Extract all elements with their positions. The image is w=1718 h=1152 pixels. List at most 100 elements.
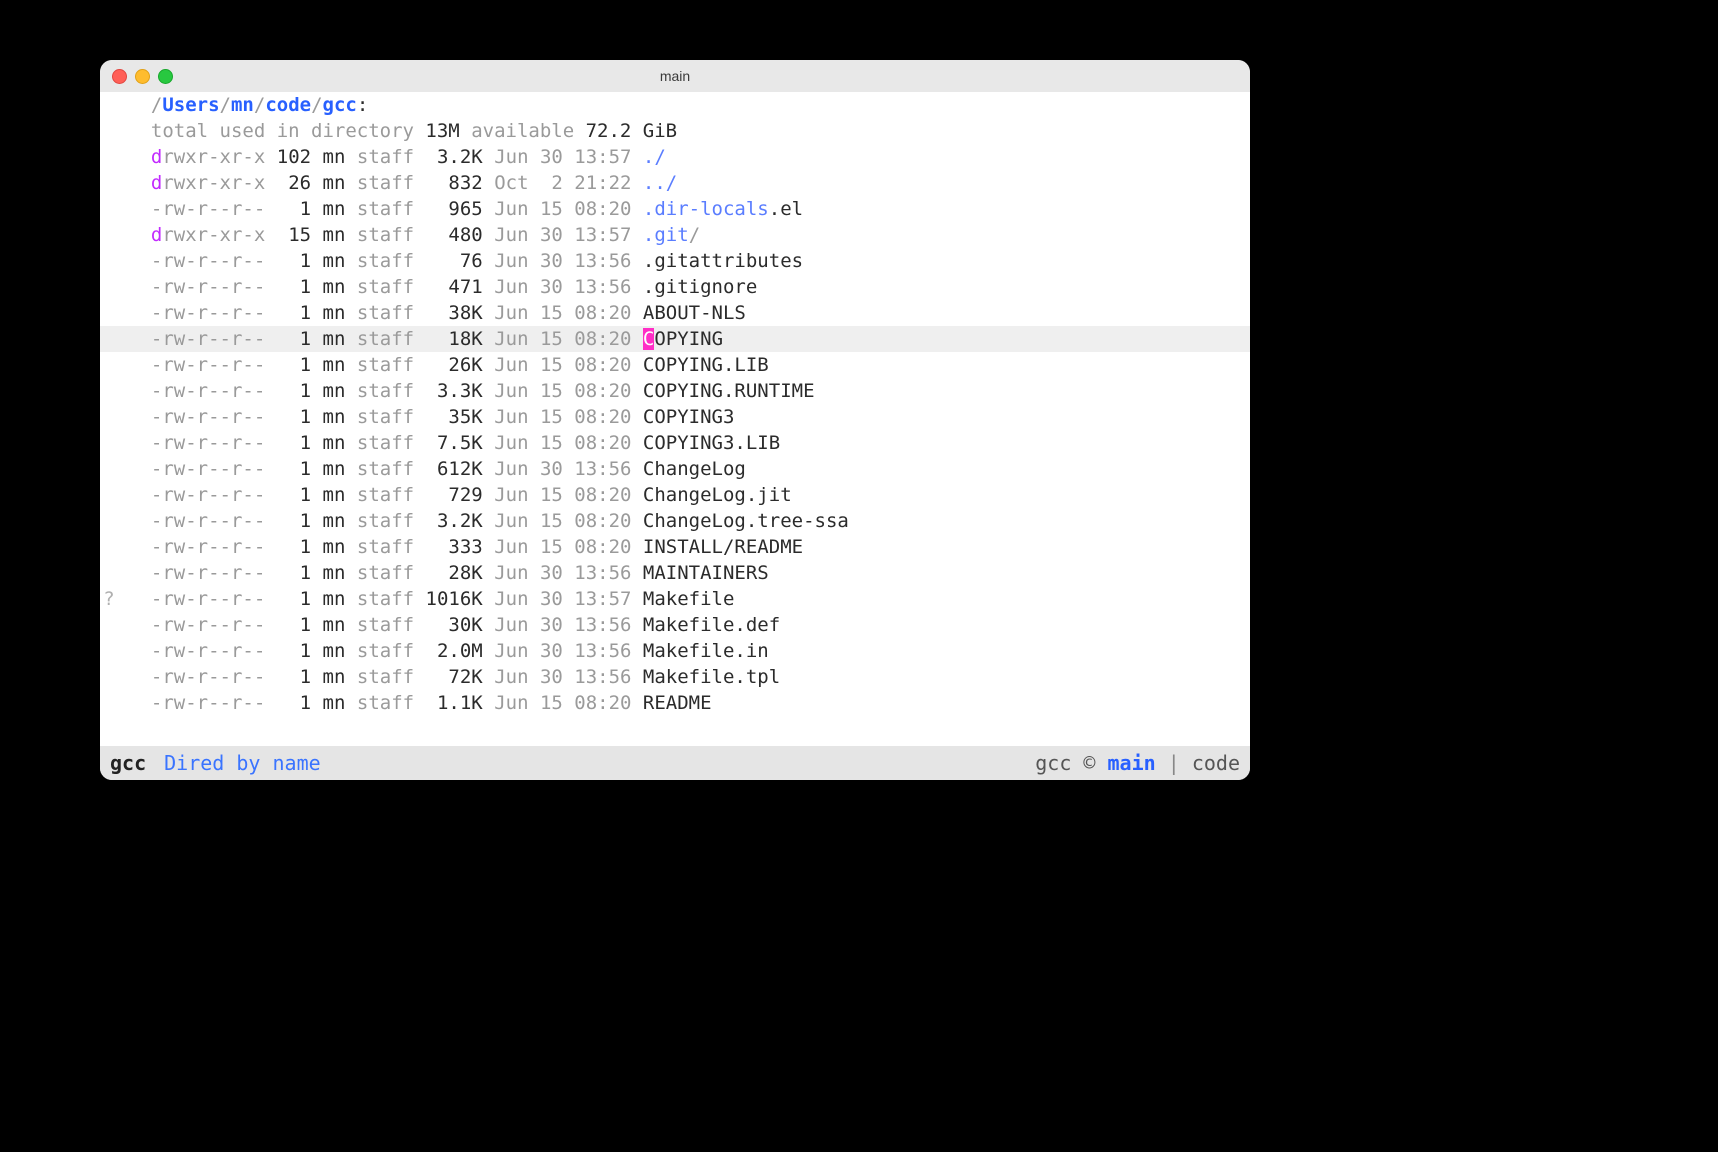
owner: mn: [323, 666, 346, 688]
dired-header-path[interactable]: /Users/mn/code/gcc:: [100, 92, 1250, 118]
group: staff: [357, 198, 414, 220]
size: 38K: [426, 302, 483, 324]
path-segment[interactable]: gcc: [323, 94, 357, 116]
file-name[interactable]: Makefile.in: [643, 640, 769, 662]
modeline-vc[interactable]: gcc © main | code: [1035, 746, 1240, 780]
group: staff: [357, 328, 414, 350]
mtime: Jun 30 13:57: [494, 588, 631, 610]
dir-flag: d: [151, 224, 162, 246]
file-name[interactable]: Makefile: [643, 588, 735, 610]
file-flag: -: [151, 692, 162, 714]
dired-entry[interactable]: -rw-r--r-- 1 mn staff 612K Jun 30 13:56 …: [100, 456, 1250, 482]
dired-entry[interactable]: -rw-r--r-- 1 mn staff 72K Jun 30 13:56 M…: [100, 664, 1250, 690]
modeline-major-mode[interactable]: Dired by name: [164, 746, 321, 780]
size: 18K: [426, 328, 483, 350]
dired-entry[interactable]: -rw-r--r-- 1 mn staff 26K Jun 15 08:20 C…: [100, 352, 1250, 378]
owner: mn: [323, 380, 346, 402]
dired-entry[interactable]: -rw-r--r-- 1 mn staff 18K Jun 15 08:20 C…: [100, 326, 1250, 352]
owner: mn: [323, 458, 346, 480]
owner: mn: [323, 276, 346, 298]
group: staff: [357, 146, 414, 168]
file-name[interactable]: ChangeLog: [643, 458, 746, 480]
dired-entry[interactable]: -rw-r--r-- 1 mn staff 30K Jun 30 13:56 M…: [100, 612, 1250, 638]
dired-entry[interactable]: -rw-r--r-- 1 mn staff 333 Jun 15 08:20 I…: [100, 534, 1250, 560]
dired-buffer[interactable]: /Users/mn/code/gcc: total used in direct…: [100, 92, 1250, 746]
owner: mn: [323, 354, 346, 376]
file-name[interactable]: OPYING: [654, 328, 723, 350]
group: staff: [357, 406, 414, 428]
dired-entry[interactable]: drwxr-xr-x 15 mn staff 480 Jun 30 13:57 …: [100, 222, 1250, 248]
dired-entry[interactable]: -rw-r--r-- 1 mn staff 1.1K Jun 15 08:20 …: [100, 690, 1250, 716]
file-name[interactable]: ABOUT-NLS: [643, 302, 746, 324]
dired-entry[interactable]: drwxr-xr-x 26 mn staff 832 Oct 2 21:22 .…: [100, 170, 1250, 196]
file-name[interactable]: INSTALL/README: [643, 536, 803, 558]
dired-entry[interactable]: -rw-r--r-- 1 mn staff 7.5K Jun 15 08:20 …: [100, 430, 1250, 456]
dired-entry[interactable]: ? -rw-r--r-- 1 mn staff 1016K Jun 30 13:…: [100, 586, 1250, 612]
dired-entry[interactable]: -rw-r--r-- 1 mn staff 28K Jun 30 13:56 M…: [100, 560, 1250, 586]
permissions: rw-r--r--: [162, 380, 265, 402]
group: staff: [357, 666, 414, 688]
modeline-branch[interactable]: main: [1108, 751, 1156, 775]
size: 729: [426, 484, 483, 506]
link-count: 1: [277, 692, 311, 714]
permissions: rw-r--r--: [162, 302, 265, 324]
file-name[interactable]: COPYING.RUNTIME: [643, 380, 815, 402]
link-count: 1: [277, 458, 311, 480]
file-name[interactable]: ChangeLog.jit: [643, 484, 792, 506]
file-name[interactable]: ChangeLog.tree-ssa: [643, 510, 849, 532]
dired-entry[interactable]: -rw-r--r-- 1 mn staff 471 Jun 30 13:56 .…: [100, 274, 1250, 300]
group: staff: [357, 640, 414, 662]
size: 333: [426, 536, 483, 558]
modeline-buffer-name[interactable]: gcc: [110, 746, 146, 780]
dired-entry[interactable]: drwxr-xr-x 102 mn staff 3.2K Jun 30 13:5…: [100, 144, 1250, 170]
dired-entry[interactable]: -rw-r--r-- 1 mn staff 35K Jun 15 08:20 C…: [100, 404, 1250, 430]
file-flag: -: [151, 562, 162, 584]
mtime: Jun 30 13:56: [494, 562, 631, 584]
file-name[interactable]: MAINTAINERS: [643, 562, 769, 584]
link-count: 1: [277, 614, 311, 636]
link-count: 1: [277, 536, 311, 558]
permissions: rw-r--r--: [162, 692, 265, 714]
mtime: Jun 15 08:20: [494, 198, 631, 220]
path-segment[interactable]: Users: [162, 94, 219, 116]
group: staff: [357, 276, 414, 298]
file-name[interactable]: Makefile.tpl: [643, 666, 780, 688]
dired-entry[interactable]: -rw-r--r-- 1 mn staff 2.0M Jun 30 13:56 …: [100, 638, 1250, 664]
owner: mn: [323, 432, 346, 454]
permissions: rw-r--r--: [162, 198, 265, 220]
dired-entry[interactable]: -rw-r--r-- 1 mn staff 76 Jun 30 13:56 .g…: [100, 248, 1250, 274]
titlebar[interactable]: main: [100, 60, 1250, 92]
file-name[interactable]: COPYING.LIB: [643, 354, 769, 376]
dired-entry[interactable]: -rw-r--r-- 1 mn staff 3.3K Jun 15 08:20 …: [100, 378, 1250, 404]
path-segment[interactable]: code: [265, 94, 311, 116]
file-name[interactable]: .gitattributes: [643, 250, 803, 272]
modeline[interactable]: gcc Dired by name gcc © main | code: [100, 746, 1250, 780]
owner: mn: [323, 224, 346, 246]
file-name[interactable]: COPYING3.LIB: [643, 432, 780, 454]
dired-entry[interactable]: -rw-r--r-- 1 mn staff 965 Jun 15 08:20 .…: [100, 196, 1250, 222]
file-name[interactable]: Makefile.def: [643, 614, 780, 636]
file-name[interactable]: COPYING3: [643, 406, 735, 428]
file-name[interactable]: .gitignore: [643, 276, 757, 298]
file-flag: -: [151, 666, 162, 688]
file-name[interactable]: .git: [643, 224, 689, 246]
modeline-context: code: [1192, 751, 1240, 775]
file-name[interactable]: README: [643, 692, 712, 714]
path-segment[interactable]: mn: [231, 94, 254, 116]
dired-listing[interactable]: /Users/mn/code/gcc: total used in direct…: [100, 92, 1250, 716]
file-name[interactable]: ./: [643, 146, 666, 168]
file-name[interactable]: .dir-locals: [643, 198, 769, 220]
editor-window: main /Users/mn/code/gcc: total used in d…: [100, 60, 1250, 780]
owner: mn: [323, 562, 346, 584]
dired-entry[interactable]: -rw-r--r-- 1 mn staff 729 Jun 15 08:20 C…: [100, 482, 1250, 508]
size: 3.2K: [426, 146, 483, 168]
link-count: 1: [277, 250, 311, 272]
link-count: 1: [277, 588, 311, 610]
dired-entry[interactable]: -rw-r--r-- 1 mn staff 38K Jun 15 08:20 A…: [100, 300, 1250, 326]
mtime: Jun 15 08:20: [494, 536, 631, 558]
owner: mn: [323, 484, 346, 506]
file-name[interactable]: ../: [643, 172, 677, 194]
dired-entry[interactable]: -rw-r--r-- 1 mn staff 3.2K Jun 15 08:20 …: [100, 508, 1250, 534]
link-count: 1: [277, 198, 311, 220]
permissions: rw-r--r--: [162, 432, 265, 454]
